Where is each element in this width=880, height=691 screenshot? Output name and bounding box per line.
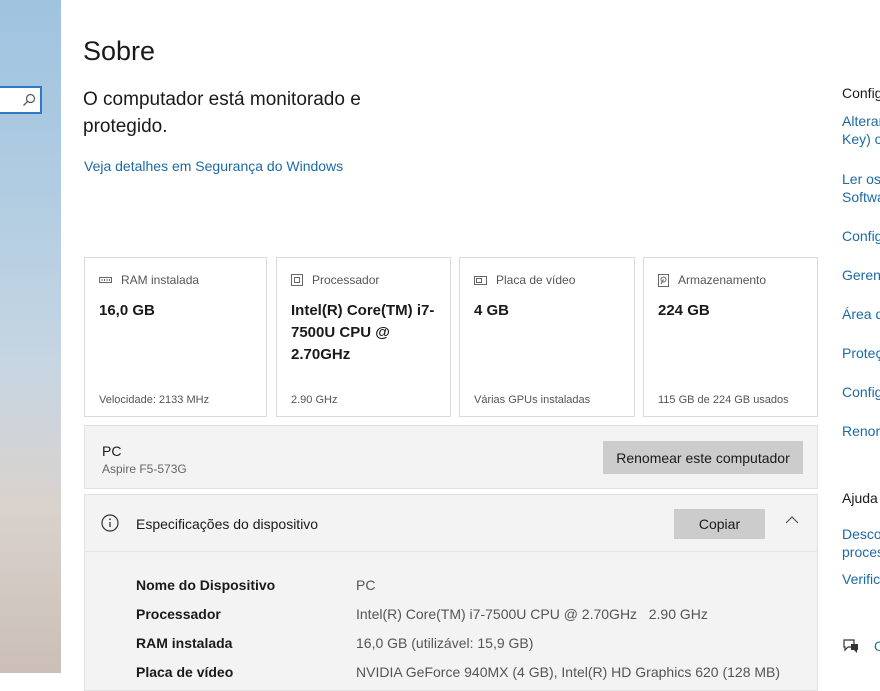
related-link[interactable]: Proteç [842, 344, 880, 362]
processor-icon [291, 274, 303, 286]
related-link[interactable]: Ler os [842, 170, 880, 188]
help-link[interactable]: proces [842, 543, 880, 561]
card-value: 16,0 GB [99, 302, 155, 319]
pc-name: PC [102, 443, 122, 459]
card-value: 224 GB [658, 302, 710, 319]
related-link[interactable]: Área d [842, 305, 880, 323]
card-detail: 115 GB de 224 GB usados [658, 394, 789, 406]
card-detail: Velocidade: 2133 MHz [99, 394, 210, 406]
spec-value: Intel(R) Core(TM) i7-7500U CPU @ 2.70GHz… [356, 606, 708, 622]
card-label: Placa de vídeo [496, 273, 576, 287]
card-value: 4 GB [474, 302, 510, 319]
windows-security-link[interactable]: Veja detalhes em Segurança do Windows [84, 158, 343, 174]
graphics-card-icon [474, 275, 487, 285]
chevron-up-icon[interactable] [785, 515, 799, 525]
related-link[interactable]: Softwa [842, 188, 880, 206]
ram-icon [99, 277, 112, 283]
spec-row: RAM instalada 16,0 GB (utilizável: 15,9 … [85, 635, 819, 655]
device-specs-body: Nome do Dispositivo PC Processador Intel… [84, 551, 818, 691]
pc-name-panel: PC Aspire F5-573G Renomear este computad… [84, 425, 818, 489]
feedback-link[interactable]: O [842, 637, 880, 655]
search-input[interactable] [0, 86, 42, 114]
related-link[interactable]: Config [842, 383, 880, 401]
search-icon [23, 93, 36, 106]
card-label: Armazenamento [678, 273, 767, 287]
spec-value: PC [356, 577, 376, 593]
feedback-label: O [874, 638, 880, 654]
spec-row: Placa de vídeo NVIDIA GeForce 940MX (4 G… [85, 664, 819, 684]
help-link[interactable]: Desco [842, 525, 880, 543]
card-ram: RAM instalada 16,0 GB Velocidade: 2133 M… [84, 257, 267, 417]
card-detail: Várias GPUs instaladas [474, 394, 591, 406]
card-value: Intel(R) Core(TM) i7-7500U CPU @ 2.70GHz [291, 302, 435, 363]
related-link[interactable]: Config [842, 227, 880, 245]
spec-value: 16,0 GB (utilizável: 15,9 GB) [356, 635, 534, 651]
related-link[interactable]: Renom [842, 422, 880, 440]
protection-status-text: O computador está monitorado e protegido… [83, 89, 361, 137]
card-label: RAM instalada [121, 273, 200, 287]
spec-key: RAM instalada [136, 635, 233, 651]
storage-icon [658, 273, 669, 287]
related-settings-heading: Configu [842, 85, 880, 101]
card-processor: Processador Intel(R) Core(TM) i7-7500U C… [276, 257, 451, 417]
help-heading: Ajuda [842, 490, 878, 506]
related-link[interactable]: Alterar [842, 112, 880, 130]
spec-row: Nome do Dispositivo PC [85, 577, 819, 597]
device-specs-title: Especificações do dispositivo [136, 516, 319, 532]
rename-pc-button[interactable]: Renomear este computador [603, 441, 803, 474]
spec-key: Processador [136, 606, 221, 622]
help-link[interactable]: Verific [842, 570, 880, 588]
card-label: Processador [312, 273, 380, 287]
pc-model: Aspire F5-573G [102, 462, 187, 476]
card-graphics: Placa de vídeo 4 GB Várias GPUs instalad… [459, 257, 635, 417]
related-settings-column: Configu Alterar Key) o Ler os Softwa Con… [842, 0, 880, 673]
card-detail: 2.90 GHz [291, 394, 338, 406]
spec-row: Processador Intel(R) Core(TM) i7-7500U C… [85, 606, 819, 626]
spec-value: NVIDIA GeForce 940MX (4 GB), Intel(R) HD… [356, 664, 781, 680]
copy-button[interactable]: Copiar [674, 509, 765, 539]
device-specs-header[interactable]: Especificações do dispositivo Copiar [84, 494, 818, 552]
related-link[interactable]: Gerenc [842, 266, 880, 284]
spec-key: Nome do Dispositivo [136, 577, 276, 593]
page-title: Sobre [83, 36, 156, 66]
spec-key: Placa de vídeo [136, 664, 234, 680]
feedback-icon [843, 639, 858, 653]
related-link[interactable]: Key) o [842, 130, 880, 148]
info-icon [101, 514, 119, 532]
card-storage: Armazenamento 224 GB 115 GB de 224 GB us… [643, 257, 818, 417]
